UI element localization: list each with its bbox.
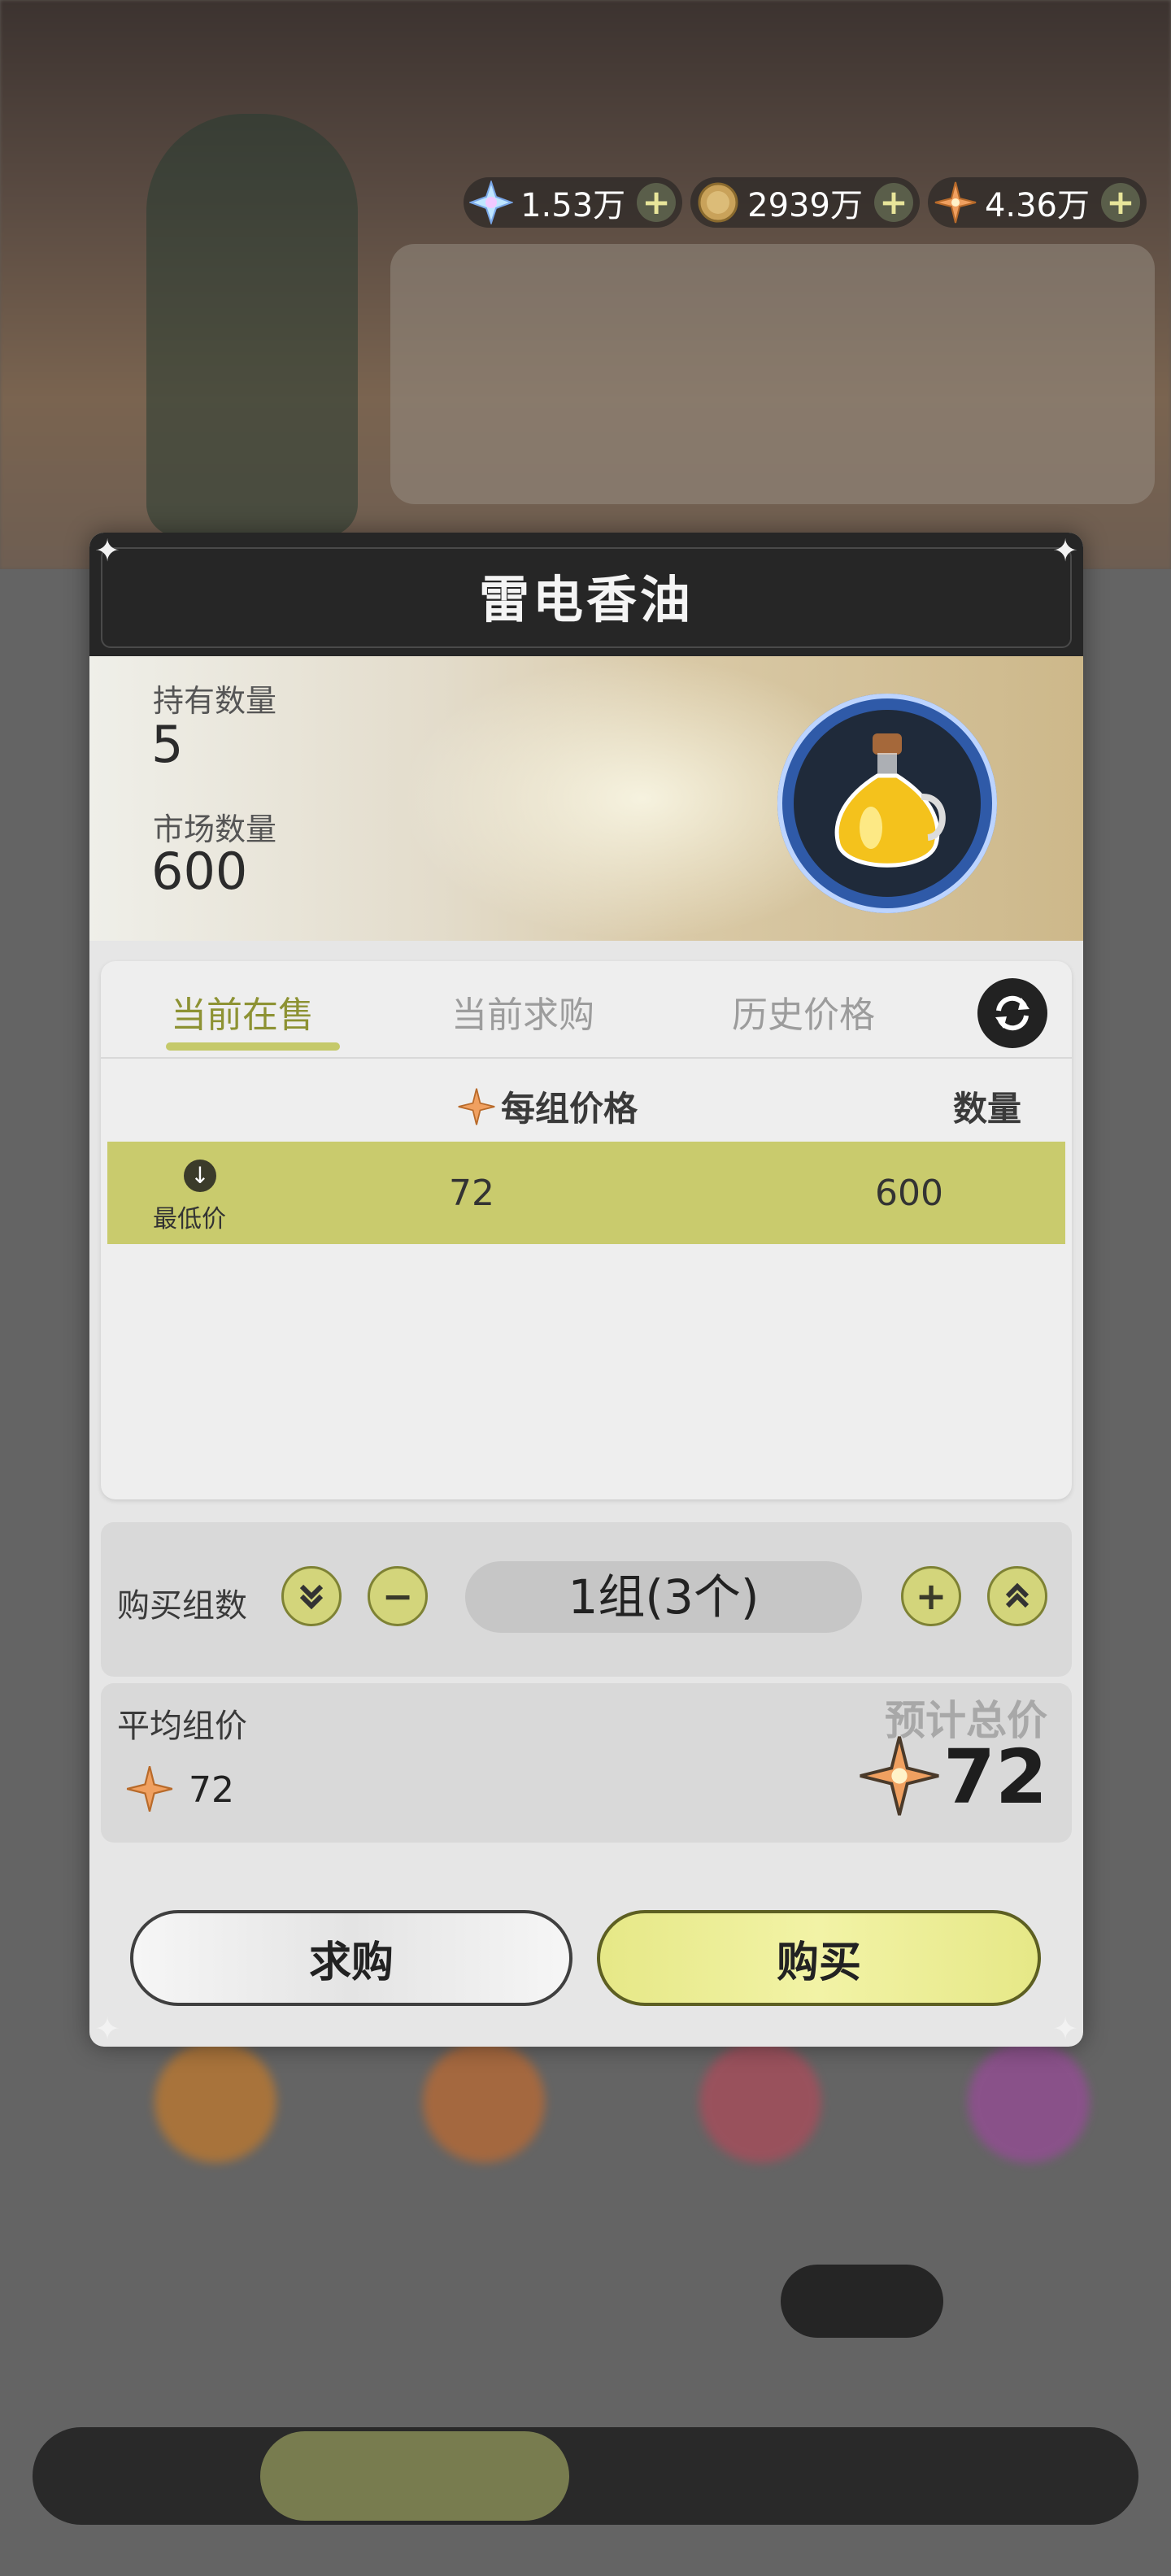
add-crystal-button[interactable]: +: [637, 183, 677, 222]
crystal-icon: [468, 180, 514, 225]
tab-bar: 当前在售 当前求购 历史价格: [101, 961, 1072, 1059]
listing-panel: 当前在售 当前求购 历史价格 每组价格 数量 ↓ 最低价 72 600: [101, 961, 1072, 1499]
currency-star-shard: 4.36万 +: [927, 177, 1147, 228]
add-star-shard-button[interactable]: +: [1101, 183, 1140, 222]
background-character: [146, 114, 358, 537]
tab-price-history[interactable]: 历史价格: [732, 986, 875, 1038]
background-nav-bar: [33, 2427, 1138, 2525]
lowest-price-tag: 最低价: [153, 1205, 226, 1234]
active-tab-indicator: [166, 1042, 340, 1051]
coin-amount: 2939万: [747, 187, 863, 224]
corner-ornament-icon: ✦: [94, 2011, 120, 2047]
background-counter: [390, 244, 1155, 504]
dialog-title-bar: 雷电香油: [89, 533, 1083, 656]
background-item-3: [699, 2041, 821, 2163]
decrease-button[interactable]: −: [368, 1566, 428, 1626]
increase-button[interactable]: +: [901, 1566, 961, 1626]
average-price-label: 平均组价: [117, 1708, 247, 1745]
request-button[interactable]: 求购: [130, 1910, 572, 2006]
price-summary-panel: 平均组价 72 预计总价 72: [101, 1683, 1072, 1843]
crystal-amount: 1.53万: [520, 187, 626, 224]
quantity-panel: 购买组数 − 1组(3个) +: [101, 1522, 1072, 1677]
qty-column-header: 数量: [953, 1089, 1022, 1129]
currency-crystal: 1.53万 +: [464, 177, 683, 228]
refresh-button[interactable]: [977, 978, 1047, 1048]
oil-bottle-icon: [794, 710, 981, 897]
purchase-dialog: 雷电香油 持有数量 5 市场数量 600 当前在售 当前求购 历史价格 每组价格…: [89, 533, 1083, 2047]
currency-bar: 1.53万 + 2939万 + 4.36万 +: [431, 172, 1147, 233]
tab-requests[interactable]: 当前求购: [451, 986, 594, 1038]
currency-coin: 2939万 +: [690, 177, 920, 228]
groups-label: 购买组数: [117, 1587, 247, 1625]
market-value: 600: [151, 842, 248, 901]
background-item-1: [155, 2041, 276, 2163]
decrease-max-button[interactable]: [281, 1566, 342, 1626]
double-chevron-down-icon: [299, 1584, 324, 1610]
star-shard-amount: 4.36万: [984, 187, 1090, 224]
total-price-value: 72: [942, 1734, 1047, 1821]
corner-ornament-icon: ✦: [1052, 2011, 1078, 2047]
add-coin-button[interactable]: +: [873, 183, 913, 222]
minus-icon: −: [381, 1574, 414, 1618]
held-value: 5: [151, 715, 184, 774]
price-column-label: 每组价格: [501, 1089, 638, 1129]
row-quantity: 600: [875, 1173, 943, 1214]
refresh-icon: [995, 995, 1030, 1031]
average-price-value: 72: [189, 1769, 234, 1811]
corner-ornament-icon: ✦: [94, 533, 120, 568]
plus-icon: +: [915, 1574, 947, 1618]
background-item-4: [968, 2041, 1090, 2163]
buy-button[interactable]: 购买: [597, 1910, 1041, 2006]
background-nav-active: [260, 2431, 569, 2521]
star-shard-icon: [126, 1765, 173, 1812]
background-pill: [781, 2265, 943, 2338]
price-column-header: 每组价格: [457, 1081, 638, 1131]
star-shard-icon: [933, 180, 978, 225]
corner-ornament-icon: ✦: [1052, 533, 1078, 568]
item-portrait: [777, 694, 997, 913]
table-row[interactable]: ↓ 最低价 72 600: [107, 1142, 1065, 1244]
lowest-price-icon: ↓: [184, 1160, 216, 1192]
double-chevron-up-icon: [1005, 1582, 1030, 1608]
increase-max-button[interactable]: [987, 1566, 1047, 1626]
row-price: 72: [449, 1173, 494, 1214]
star-shard-icon: [860, 1736, 939, 1816]
coin-icon: [695, 180, 741, 225]
dialog-title: 雷电香油: [478, 570, 694, 629]
tab-selling[interactable]: 当前在售: [171, 986, 314, 1038]
held-label: 持有数量: [153, 683, 277, 719]
quantity-value: 1组(3个): [465, 1561, 862, 1633]
background-item-2: [423, 2041, 545, 2163]
star-shard-icon: [458, 1088, 495, 1125]
